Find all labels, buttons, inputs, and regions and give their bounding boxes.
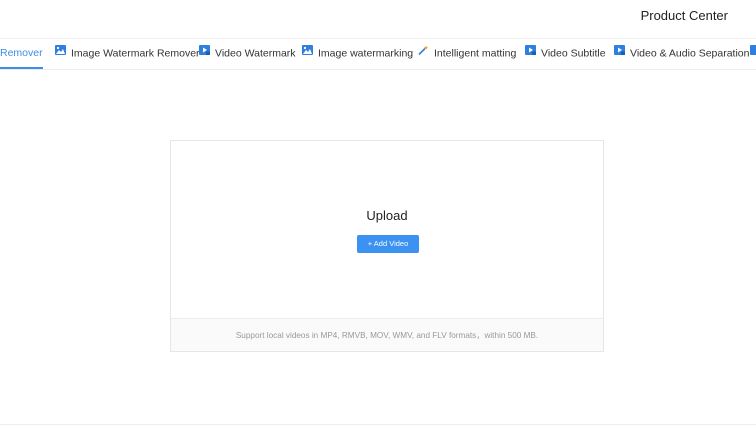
tab-image-watermarking[interactable]: Image watermarking — [302, 39, 413, 68]
tab-overflow-partial[interactable] — [750, 39, 756, 68]
tab-label: Remover — [0, 47, 43, 59]
top-bar: Product Center — [0, 0, 756, 38]
tab-label: Image watermarking — [318, 47, 414, 60]
tab-video-audio-separation[interactable]: Video & Audio Separation — [614, 39, 749, 68]
image-icon — [55, 39, 66, 67]
tab-label: Video Watermark — [215, 47, 296, 60]
video-icon — [199, 39, 210, 67]
support-formats-text: Support local videos in MP4, RMVB, MOV, … — [235, 331, 539, 340]
tab-label: Video & Audio Separation — [630, 47, 750, 60]
tab-remover[interactable]: Remover — [0, 39, 43, 69]
tab-label: Intelligent matting — [434, 47, 517, 60]
upload-title: Upload — [366, 208, 408, 223]
divider — [0, 424, 756, 425]
tab-video-watermark[interactable]: Video Watermark — [199, 39, 296, 68]
tab-video-subtitle[interactable]: Video Subtitle — [525, 39, 606, 68]
video-icon — [525, 39, 536, 67]
add-video-button[interactable]: + Add Video — [357, 235, 419, 253]
product-center-link[interactable]: Product Center — [641, 8, 728, 23]
video-icon — [750, 39, 756, 67]
tab-label: Video Subtitle — [541, 47, 606, 60]
video-icon — [614, 39, 625, 67]
upload-panel: Upload + Add Video Support local videos … — [170, 140, 604, 352]
tab-label: Image Watermark Remover — [71, 47, 200, 60]
image-icon — [302, 39, 313, 67]
tool-tabs: Remover Image Watermark Remover Video Wa… — [0, 38, 756, 70]
tab-image-watermark-remover[interactable]: Image Watermark Remover — [55, 39, 200, 68]
tab-intelligent-matting[interactable]: Intelligent matting — [418, 39, 516, 68]
upload-footer: Support local videos in MP4, RMVB, MOV, … — [171, 318, 603, 351]
magic-wand-icon — [418, 39, 429, 67]
